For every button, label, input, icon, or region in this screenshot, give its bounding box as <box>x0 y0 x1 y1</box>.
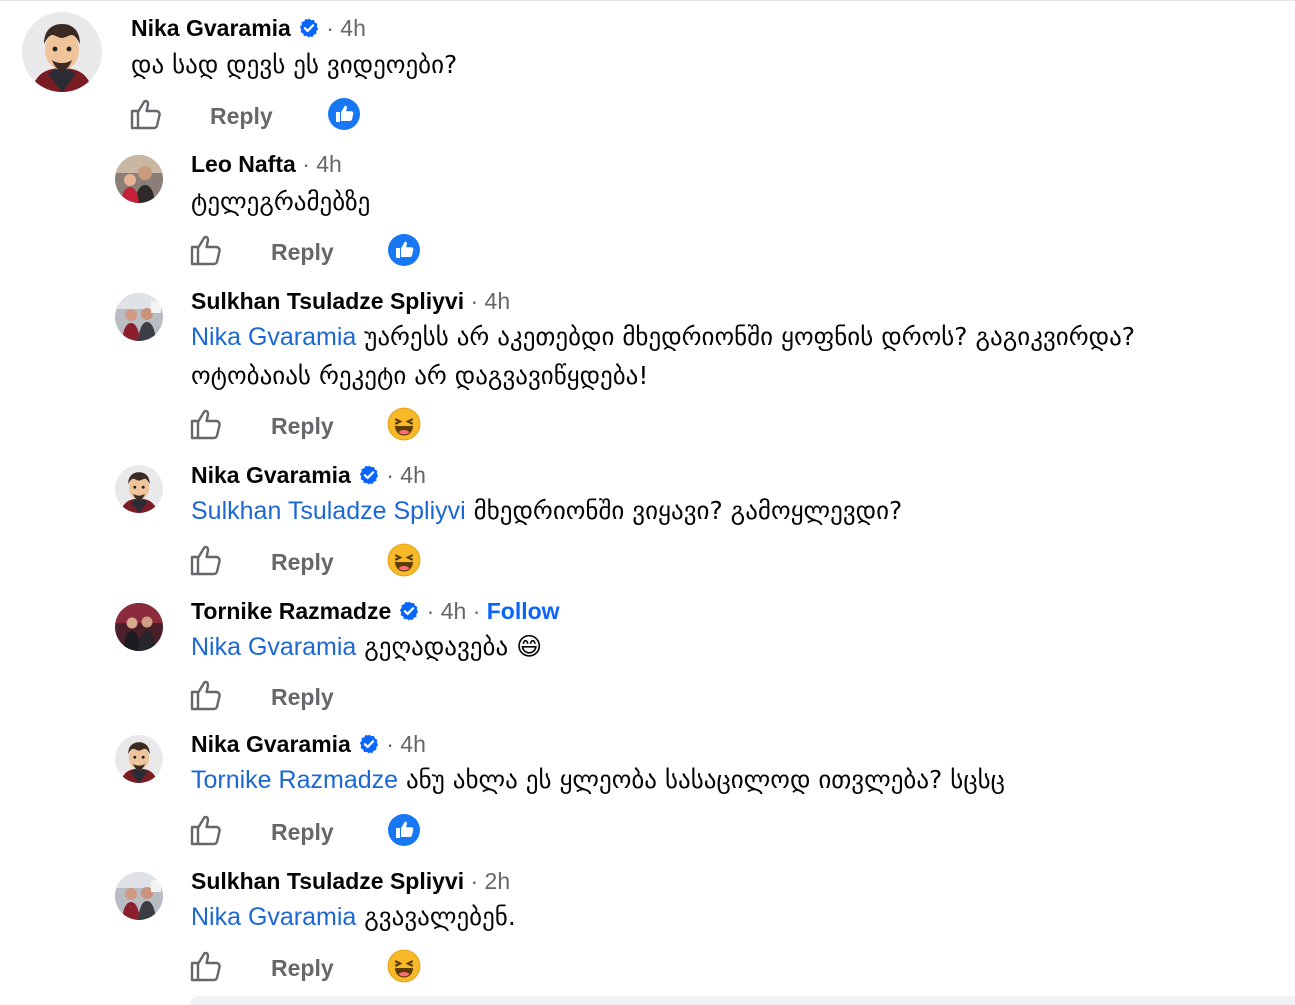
comment-header: Nika Gvaramia · 4h <box>131 14 366 42</box>
avatar[interactable] <box>115 465 163 513</box>
avatar-image <box>115 155 163 203</box>
avatar[interactable] <box>115 603 163 651</box>
author-name[interactable]: Sulkhan Tsuladze Spliyvi <box>191 288 464 314</box>
mention-link[interactable]: Tornike Razmadze <box>191 766 398 794</box>
avatar-image <box>22 12 102 92</box>
comment-header: Leo Nafta · 4h <box>191 150 342 178</box>
comment-body: გეღადავება 😄 <box>364 632 543 661</box>
like-button-icon[interactable] <box>189 543 223 577</box>
separator: · <box>470 288 479 314</box>
timestamp[interactable]: 4h <box>400 731 426 757</box>
comment-text-line2: ოტობაიას რეკეტი არ დაგვავიწყდება! <box>191 360 648 392</box>
timestamp[interactable]: 4h <box>340 15 366 41</box>
mention-link[interactable]: Nika Gvaramia <box>191 633 356 661</box>
comment-text: Nika Gvaramia უარესს არ აკეთებდი მხედრიო… <box>191 321 1135 353</box>
author-name[interactable]: Nika Gvaramia <box>191 731 351 757</box>
separator: · <box>326 15 334 41</box>
like-reaction-icon[interactable] <box>387 813 421 847</box>
comment-text: Tornike Razmadze ანუ ახლა ეს ყლეობა სასა… <box>191 764 1005 796</box>
reply-composer-edge[interactable] <box>190 996 1295 1005</box>
comment-header: Sulkhan Tsuladze Spliyvi · 2h <box>191 867 510 895</box>
comment-body: გვავალებენ. <box>364 902 516 931</box>
author-name[interactable]: Leo Nafta <box>191 151 296 177</box>
reply-button[interactable]: Reply <box>271 954 334 982</box>
avatar[interactable] <box>115 293 163 341</box>
avatar[interactable] <box>22 12 102 92</box>
like-button-icon[interactable] <box>189 233 223 267</box>
verified-badge-icon <box>358 733 380 755</box>
timestamp[interactable]: 4h <box>441 598 467 624</box>
reply-button[interactable]: Reply <box>271 683 334 711</box>
like-button-icon[interactable] <box>189 678 223 712</box>
avatar-image <box>115 735 163 783</box>
reply-button[interactable]: Reply <box>271 238 334 266</box>
comment-body: და სად დევს ეს ვიდეოები? <box>131 50 458 79</box>
reply-button[interactable]: Reply <box>271 818 334 846</box>
follow-button[interactable]: Follow <box>487 598 560 624</box>
haha-reaction-icon[interactable] <box>387 407 421 441</box>
timestamp[interactable]: 2h <box>485 868 511 894</box>
comment-header: Nika Gvaramia · 4h <box>191 730 426 758</box>
verified-badge-icon <box>398 600 420 622</box>
avatar-image <box>115 603 163 651</box>
top-divider <box>0 0 1295 7</box>
like-button-icon[interactable] <box>189 949 223 983</box>
separator: · <box>470 868 479 894</box>
avatar-image <box>115 872 163 920</box>
author-name[interactable]: Tornike Razmadze <box>191 598 391 624</box>
like-button-icon[interactable] <box>129 97 163 131</box>
like-button-icon[interactable] <box>189 407 223 441</box>
comment-body: ანუ ახლა ეს ყლეობა სასაცილოდ ითვლება? სც… <box>405 765 1005 794</box>
comment-header: Tornike Razmadze · 4h · Follow <box>191 597 560 625</box>
timestamp[interactable]: 4h <box>485 288 511 314</box>
avatar-image <box>115 293 163 341</box>
reply-button[interactable]: Reply <box>271 548 334 576</box>
separator: · <box>386 462 394 488</box>
comment-text: Nika Gvaramia გეღადავება 😄 <box>191 631 542 663</box>
author-name[interactable]: Nika Gvaramia <box>191 462 351 488</box>
reply-button[interactable]: Reply <box>210 102 273 130</box>
author-name[interactable]: Sulkhan Tsuladze Spliyvi <box>191 868 464 894</box>
reply-button[interactable]: Reply <box>271 412 334 440</box>
haha-reaction-icon[interactable] <box>387 949 421 983</box>
avatar[interactable] <box>115 735 163 783</box>
timestamp[interactable]: 4h <box>400 462 426 488</box>
separator: · <box>426 598 435 624</box>
comment-header: Sulkhan Tsuladze Spliyvi · 4h <box>191 287 510 315</box>
mention-link[interactable]: Sulkhan Tsuladze Spliyvi <box>191 497 466 525</box>
verified-badge-icon <box>298 17 320 39</box>
like-reaction-icon[interactable] <box>387 233 421 267</box>
author-name[interactable]: Nika Gvaramia <box>131 15 291 41</box>
timestamp[interactable]: 4h <box>316 151 342 177</box>
verified-badge-icon <box>358 464 380 486</box>
comment-body: მხედრიონში ვიყავი? გამოყლევდი? <box>473 496 903 525</box>
comment-text: Sulkhan Tsuladze Spliyvi მხედრიონში ვიყა… <box>191 495 902 527</box>
comment-body-line2: ოტობაიას რეკეტი არ დაგვავიწყდება! <box>191 361 649 390</box>
like-button-icon[interactable] <box>189 813 223 847</box>
avatar[interactable] <box>115 872 163 920</box>
comment-body: უარესს არ აკეთებდი მხედრიონში ყოფნის დრო… <box>364 322 1136 351</box>
separator: · <box>386 731 394 757</box>
comment-text: ტელეგრამებზე <box>191 186 370 218</box>
avatar-image <box>115 465 163 513</box>
mention-link[interactable]: Nika Gvaramia <box>191 323 356 351</box>
like-reaction-icon[interactable] <box>327 97 361 131</box>
comment-header: Nika Gvaramia · 4h <box>191 461 426 489</box>
separator: · <box>302 151 310 177</box>
avatar[interactable] <box>115 155 163 203</box>
comment-text: და სად დევს ეს ვიდეოები? <box>131 49 457 81</box>
haha-reaction-icon[interactable] <box>387 543 421 577</box>
separator: · <box>472 598 481 624</box>
mention-link[interactable]: Nika Gvaramia <box>191 903 356 931</box>
comment-text: Nika Gvaramia გვავალებენ. <box>191 901 516 933</box>
comment-body: ტელეგრამებზე <box>191 187 371 216</box>
